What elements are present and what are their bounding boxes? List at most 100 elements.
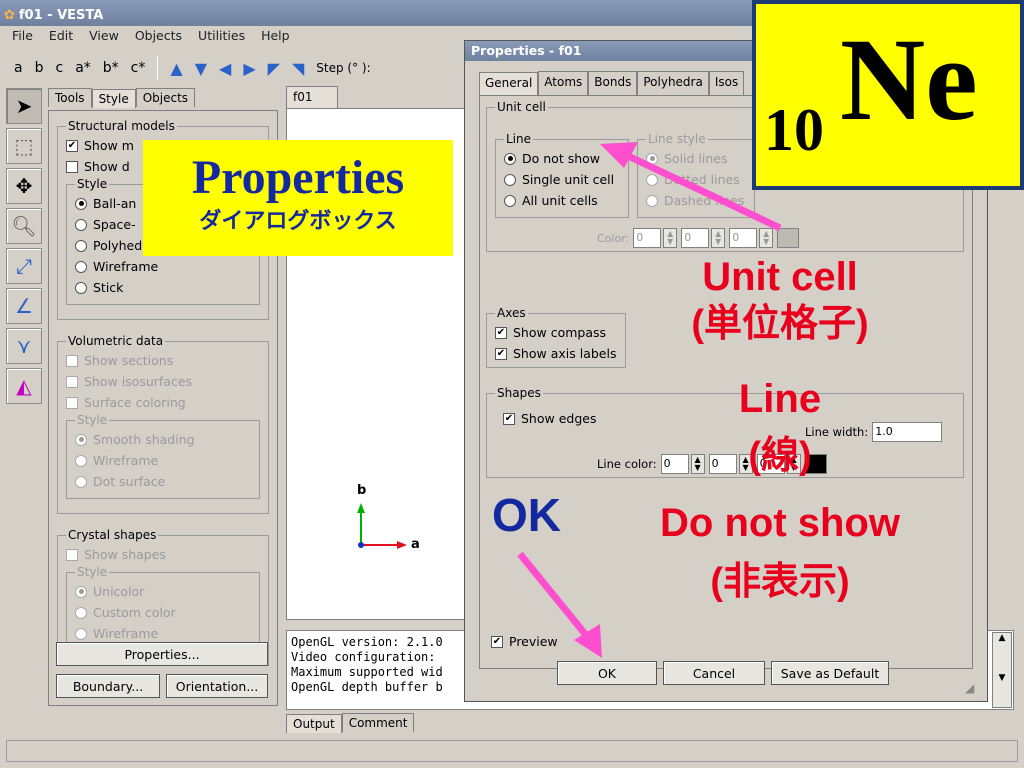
- tab-comment[interactable]: Comment: [341, 713, 415, 732]
- rotate-down-icon[interactable]: ▼: [195, 59, 207, 78]
- rotate-up-icon[interactable]: ▲: [170, 59, 182, 78]
- boundary-button[interactable]: Boundary...: [56, 674, 160, 698]
- cancel-button[interactable]: Cancel: [663, 661, 765, 685]
- dot-surface-label: Dot surface: [93, 474, 166, 489]
- crystal-style-legend: Style: [77, 565, 108, 579]
- show-sections-checkbox[interactable]: Show sections: [66, 350, 260, 371]
- dashed-lines-radio[interactable]: Dashed lines: [646, 190, 746, 211]
- crystal-wireframe-radio[interactable]: Wireframe: [75, 623, 251, 644]
- view-c-button[interactable]: c: [55, 60, 63, 76]
- volumetric-style-legend: Style: [77, 413, 108, 427]
- compass-b-label: b: [357, 483, 367, 498]
- ok-button[interactable]: OK: [557, 661, 657, 685]
- menu-objects[interactable]: Objects: [135, 28, 182, 46]
- plane-icon[interactable]: ◭: [6, 368, 42, 404]
- axes-group: Axes ✔ Show compass ✔ Show axis labels: [486, 306, 626, 368]
- unit-cell-note: Unit cell: [702, 255, 858, 299]
- show-axis-labels-checkbox[interactable]: ✔ Show axis labels: [495, 343, 617, 364]
- surface-coloring-checkbox[interactable]: Surface coloring: [66, 392, 260, 413]
- unicolor-radio[interactable]: Unicolor: [75, 581, 251, 602]
- structural-style-legend: Style: [77, 177, 108, 191]
- cell-color-r-stepper[interactable]: 0 ▲ ▼: [633, 228, 678, 248]
- tab-output[interactable]: Output: [286, 714, 342, 733]
- dot-surface-radio[interactable]: Dot surface: [75, 471, 251, 492]
- view-b-star-button[interactable]: b*: [103, 60, 119, 76]
- show-axis-labels-label: Show axis labels: [513, 346, 617, 361]
- style-stick-radio[interactable]: Stick: [75, 277, 251, 298]
- cell-color-label: Color:: [597, 231, 630, 245]
- tab-objects[interactable]: Objects: [135, 88, 196, 107]
- rotate-left-icon[interactable]: ◀: [219, 59, 231, 78]
- show-isosurfaces-checkbox[interactable]: Show isosurfaces: [66, 371, 260, 392]
- style-wireframe-radio[interactable]: Wireframe: [75, 256, 251, 277]
- output-tabs: Output Comment: [286, 713, 415, 733]
- viewer-tab-f01[interactable]: f01: [286, 86, 338, 108]
- view-a-star-button[interactable]: a*: [75, 60, 91, 76]
- toolbar-separator: [157, 56, 159, 80]
- show-compass-label: Show compass: [513, 325, 607, 340]
- menu-file[interactable]: File: [12, 28, 33, 46]
- cell-color-b-stepper[interactable]: 0 ▲ ▼: [729, 228, 774, 248]
- view-b-button[interactable]: b: [35, 60, 44, 76]
- output-scrollbar[interactable]: ▲ ▼: [992, 632, 1012, 708]
- tab-general[interactable]: General: [479, 72, 539, 96]
- view-a-button[interactable]: a: [14, 60, 23, 76]
- line-group: Line Do not show Single unit cell All un…: [495, 132, 629, 218]
- resize-grip-icon[interactable]: ◢: [965, 681, 974, 695]
- menu-edit[interactable]: Edit: [49, 28, 73, 46]
- cell-color-b-value: 0: [729, 228, 758, 248]
- all-unit-cells-label: All unit cells: [522, 193, 598, 208]
- tab-atoms[interactable]: Atoms: [538, 71, 589, 95]
- rotate-right-icon[interactable]: ▶: [243, 59, 255, 78]
- show-compass-checkbox[interactable]: ✔ Show compass: [495, 322, 617, 343]
- view-c-star-button[interactable]: c*: [131, 60, 146, 76]
- all-unit-cells-radio[interactable]: All unit cells: [504, 190, 620, 211]
- show-sections-label: Show sections: [84, 353, 174, 368]
- tab-tools[interactable]: Tools: [48, 88, 92, 107]
- style-space-label: Space-: [93, 217, 136, 232]
- menu-view[interactable]: View: [89, 28, 119, 46]
- angle-icon[interactable]: ∠: [6, 288, 42, 324]
- save-as-default-button[interactable]: Save as Default: [771, 661, 889, 685]
- vol-wireframe-radio[interactable]: Wireframe: [75, 450, 251, 471]
- rotate-cw-icon[interactable]: ◥: [292, 59, 304, 78]
- menu-utilities[interactable]: Utilities: [198, 28, 245, 46]
- dihedral-icon[interactable]: ⋎: [6, 328, 42, 364]
- rotate-ccw-icon[interactable]: ◤: [268, 59, 280, 78]
- style-stick-label: Stick: [93, 280, 124, 295]
- crystal-shapes-legend: Crystal shapes: [68, 528, 157, 542]
- zoom-icon[interactable]: 🔍︎: [6, 208, 42, 244]
- compass-a-label: a: [411, 537, 420, 552]
- axes-legend: Axes: [497, 306, 526, 320]
- show-shapes-checkbox[interactable]: Show shapes: [66, 544, 260, 565]
- single-unit-cell-radio[interactable]: Single unit cell: [504, 169, 620, 190]
- distance-icon[interactable]: ⤢: [6, 248, 42, 284]
- custom-color-radio[interactable]: Custom color: [75, 602, 251, 623]
- solid-lines-radio[interactable]: Solid lines: [646, 148, 746, 169]
- cell-color-g-stepper[interactable]: 0 ▲ ▼: [681, 228, 726, 248]
- tab-isosurfaces[interactable]: Isos: [708, 71, 745, 95]
- preview-checkbox[interactable]: ✔ Preview: [491, 631, 558, 652]
- cell-color-swatch[interactable]: [777, 228, 800, 248]
- menu-help[interactable]: Help: [261, 28, 290, 46]
- select-pointer-icon[interactable]: ➤: [6, 88, 42, 124]
- dotted-lines-radio[interactable]: Dotted lines: [646, 169, 746, 190]
- move-icon[interactable]: ✥: [6, 168, 42, 204]
- properties-button[interactable]: Properties...: [56, 642, 268, 666]
- element-symbol: Ne: [840, 14, 978, 145]
- style-polyhedral-label: Polyhed: [93, 238, 143, 253]
- line-style-legend: Line style: [648, 132, 706, 146]
- tab-bonds[interactable]: Bonds: [588, 71, 638, 95]
- step-label: Step (° ):: [316, 61, 371, 75]
- tab-style[interactable]: Style: [91, 89, 136, 108]
- smooth-shading-radio[interactable]: Smooth shading: [75, 429, 251, 450]
- dialog-tabs: General Atoms Bonds Polyhedra Isos: [479, 71, 745, 96]
- tab-polyhedra[interactable]: Polyhedra: [637, 71, 709, 95]
- element-badge: 10 Ne: [752, 0, 1024, 190]
- surface-coloring-label: Surface coloring: [84, 395, 186, 410]
- show-models-label: Show m: [84, 138, 134, 153]
- do-not-show-radio[interactable]: Do not show: [504, 148, 620, 169]
- select-region-icon[interactable]: ⬚: [6, 128, 42, 164]
- orientation-button[interactable]: Orientation...: [166, 674, 268, 698]
- single-unit-cell-label: Single unit cell: [522, 172, 615, 187]
